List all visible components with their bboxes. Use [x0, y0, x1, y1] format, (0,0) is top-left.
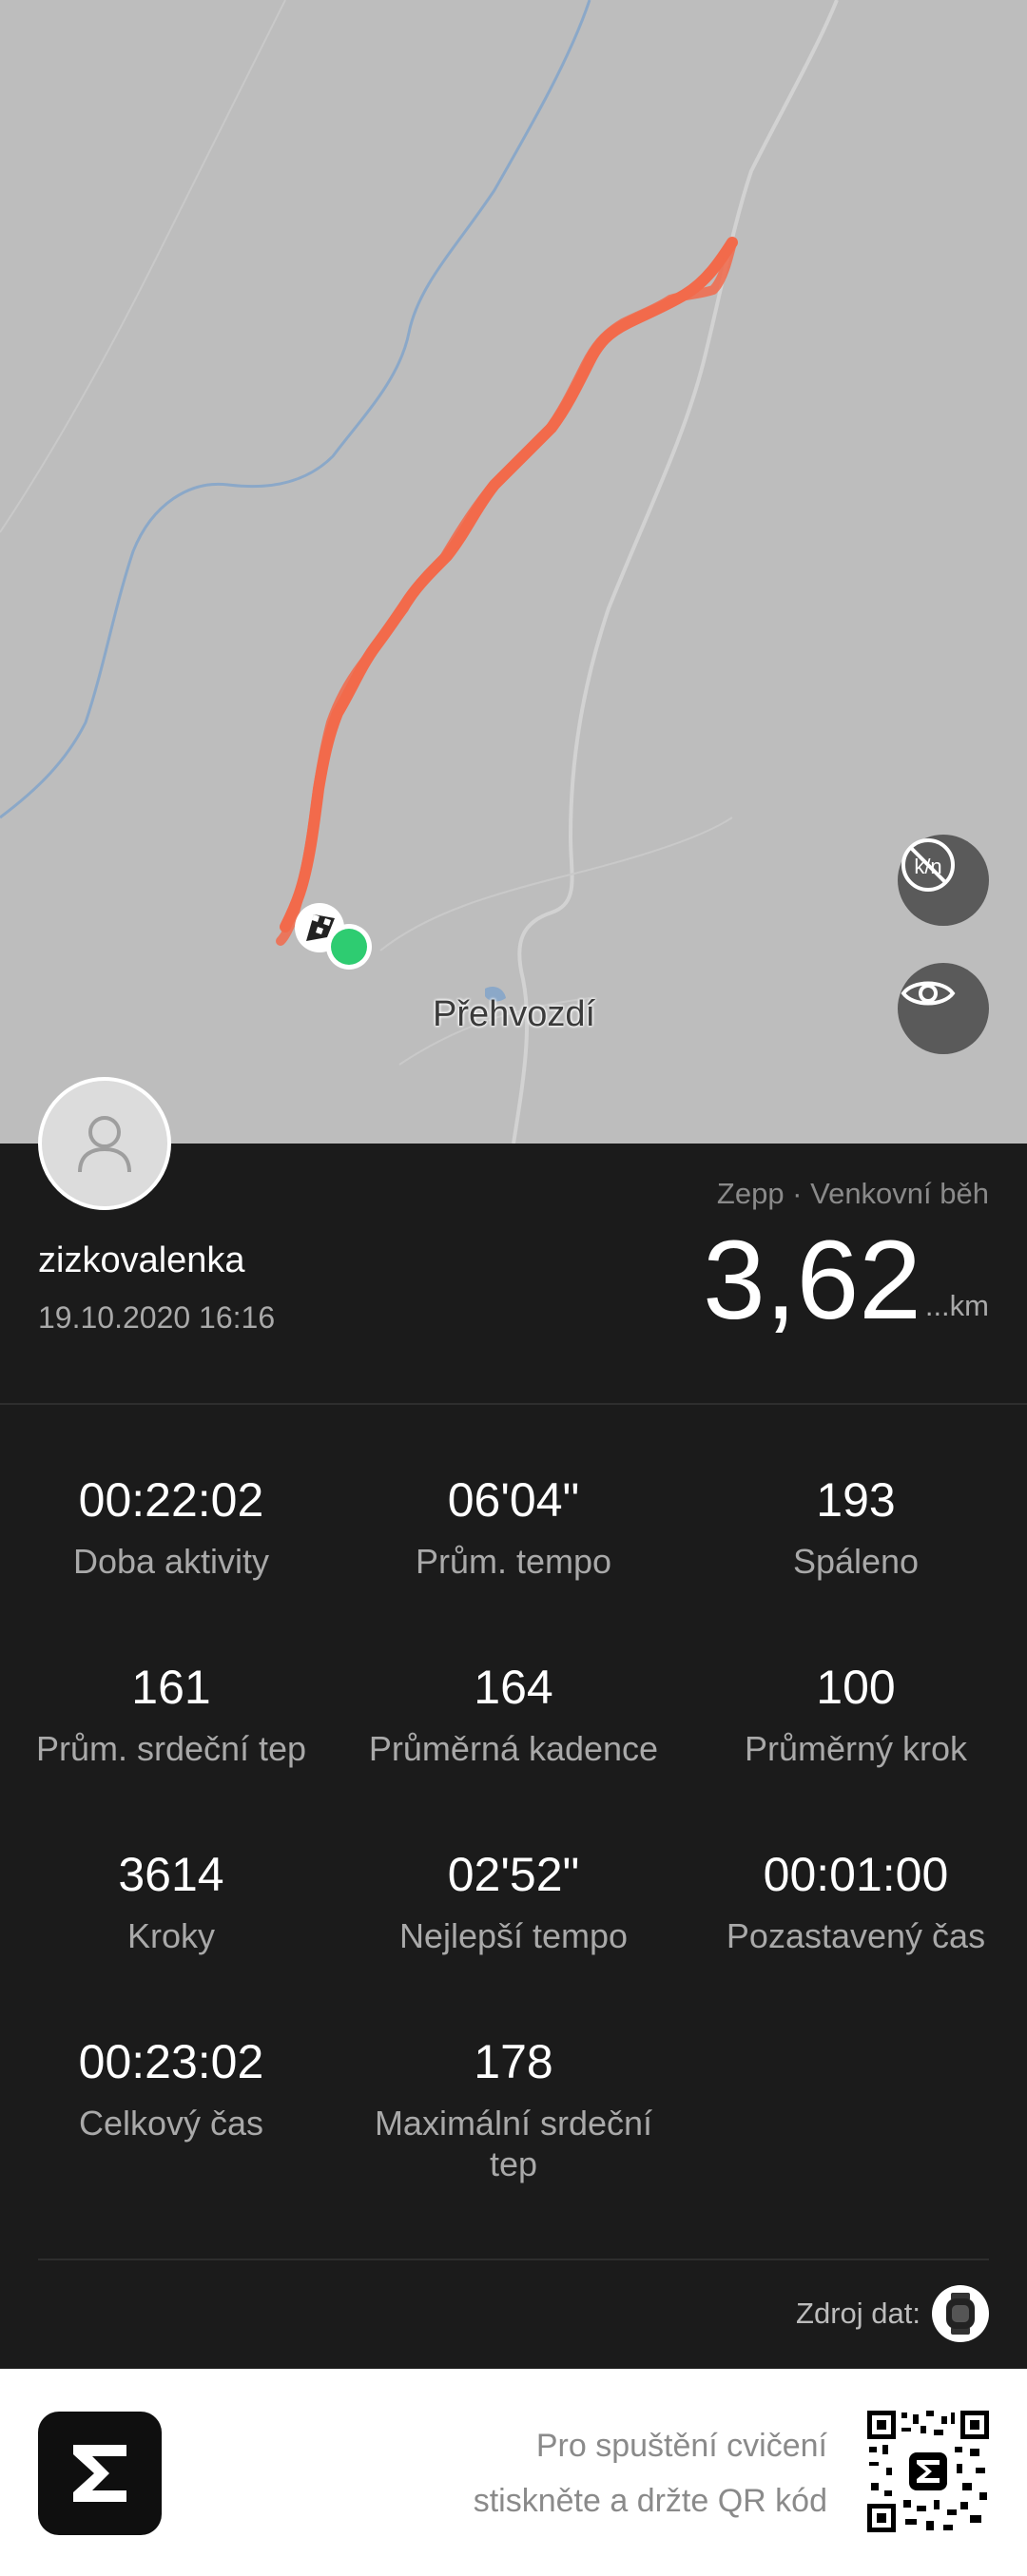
stat-value: 3614 — [118, 1848, 224, 1901]
stat-label: Kroky — [126, 1916, 216, 1955]
stat-label: Prům. tempo — [415, 1542, 612, 1581]
stat-avg-pace: 06'04" Prům. tempo — [342, 1476, 685, 1582]
stat-label: Maximální srdeční tep — [374, 2104, 653, 2184]
distance-value: 3,62 — [703, 1218, 921, 1343]
stat-label: Průměrný krok — [744, 1729, 968, 1768]
stat-label: Celkový čas — [78, 2104, 264, 2143]
stat-value: 178 — [474, 2035, 553, 2088]
stat-total-time: 00:23:02 Celkový čas — [0, 2038, 342, 2143]
data-source-label: Zdroj dat: — [796, 2297, 920, 2330]
stat-best-pace: 02'52" Nejlepší tempo — [342, 1851, 685, 1956]
km-off-icon: k/n — [901, 838, 955, 892]
river-line — [0, 0, 591, 819]
route-line — [276, 238, 737, 946]
distance-display: 3,62 ...km — [703, 1224, 989, 1336]
stat-value: 00:23:02 — [78, 2035, 264, 2088]
stat-calories: 193 Spáleno — [685, 1476, 1027, 1582]
stat-paused-time: 00:01:00 Pozastavený čas — [685, 1851, 1027, 1956]
stat-value: 00:01:00 — [763, 1848, 949, 1901]
stat-max-heart-rate: 178 Maximální srdeční tep — [342, 2038, 685, 2184]
username: zizkovalenka — [38, 1240, 245, 1280]
stat-value: 164 — [474, 1661, 553, 1714]
eye-icon — [901, 981, 956, 1006]
user-avatar[interactable] — [38, 1077, 171, 1210]
divider — [38, 2259, 989, 2260]
footer-banner: Pro spuštění cvičení stiskněte a držte Q… — [0, 2369, 1027, 2576]
stat-label: Nejlepší tempo — [398, 1916, 629, 1955]
start-marker-icon — [331, 929, 367, 965]
watch-icon — [932, 2285, 989, 2342]
stat-value: 161 — [131, 1661, 211, 1714]
stat-label: Průměrná kadence — [368, 1729, 659, 1768]
stat-label: Prům. srdeční tep — [35, 1729, 307, 1768]
stat-avg-stride: 100 Průměrný krok — [685, 1663, 1027, 1769]
data-source-row[interactable]: Zdroj dat: — [796, 2285, 989, 2342]
stat-label: Doba aktivity — [72, 1542, 270, 1581]
divider — [0, 1403, 1027, 1405]
route-line — [280, 237, 738, 932]
workout-datetime: 19.10.2020 16:16 — [38, 1300, 276, 1335]
stat-activity-time: 00:22:02 Doba aktivity — [0, 1476, 342, 1582]
stat-avg-cadence: 164 Průměrná kadence — [342, 1663, 685, 1769]
stat-value: 02'52" — [447, 1848, 580, 1901]
qr-code-icon[interactable] — [867, 2411, 989, 2532]
stat-label: Spáleno — [792, 1542, 920, 1581]
footer-line-1: Pro spuštění cvičení — [535, 2428, 827, 2464]
footer-instructions: Pro spuštění cvičení stiskněte a držte Q… — [474, 2418, 827, 2528]
route-map[interactable]: k/n Přehvozdí — [0, 0, 1027, 1144]
stat-label: Pozastavený čas — [726, 1916, 986, 1955]
stat-value: 193 — [816, 1473, 896, 1527]
stat-value: 100 — [816, 1661, 896, 1714]
stat-value: 00:22:02 — [78, 1473, 264, 1527]
road-line — [0, 0, 286, 533]
stat-steps: 3614 Kroky — [0, 1851, 342, 1956]
road-line — [379, 817, 733, 952]
zepp-logo-icon — [38, 2412, 162, 2535]
km-toggle-button[interactable]: k/n — [898, 835, 989, 926]
workout-source: Zepp · Venkovní běh — [716, 1177, 989, 1210]
stat-value: 06'04" — [447, 1473, 580, 1527]
footer-line-2: stiskněte a držte QR kód — [473, 2483, 827, 2519]
stat-avg-heart-rate: 161 Prům. srdeční tep — [0, 1663, 342, 1769]
user-icon — [78, 1116, 131, 1173]
map-place-label: Přehvozdí — [433, 994, 596, 1034]
distance-unit: ...km — [924, 1289, 989, 1322]
road-line — [512, 0, 839, 1144]
visibility-button[interactable] — [898, 963, 989, 1054]
